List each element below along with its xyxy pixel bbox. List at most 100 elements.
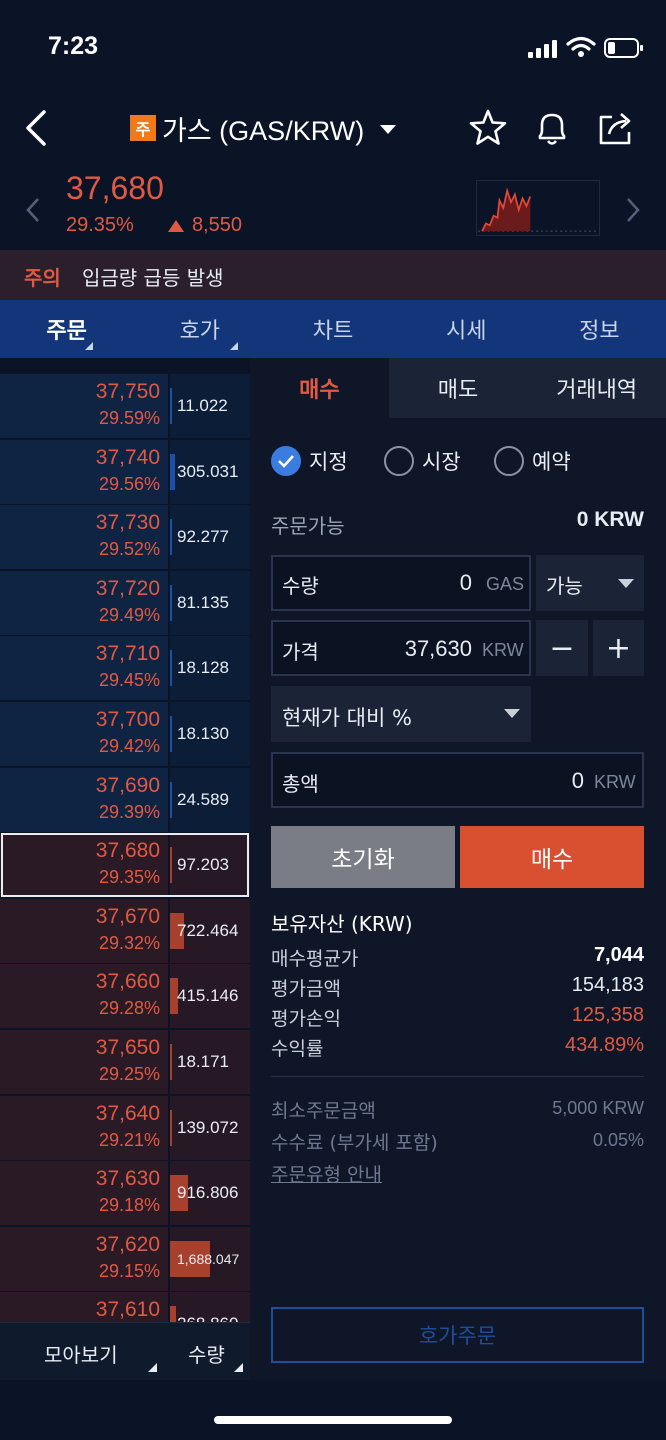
coin-selector[interactable]: 주 가스 (GAS/KRW) [130,108,397,148]
back-icon[interactable] [22,108,50,148]
home-indicator[interactable] [214,1416,452,1424]
orderbook-volume-cell[interactable]: 18.128 [170,636,250,701]
orderbook-row[interactable]: 37,680 29.35% 97.203 [0,833,250,898]
volume-bar [170,584,172,621]
total-field[interactable] [271,752,644,808]
volume-bar [170,1306,176,1322]
volume-bar [170,388,172,424]
share-icon[interactable] [596,108,636,148]
orderbook-price-cell[interactable]: 37,700 29.42% [0,702,168,766]
orderbook-row[interactable]: 37,640 29.21% 139.072 [0,1095,250,1160]
orderbook-volume-cell[interactable]: 18.130 [170,702,250,766]
change-amount: 8,550 [168,214,242,237]
orderbook-volume-cell[interactable]: 24.589 [170,767,250,832]
order-type-limit[interactable]: 지정 [271,446,348,476]
qty-unit: GAS [486,574,525,594]
orderbook-percent: 29.45% [98,670,160,691]
return-value: 434.89% [565,1034,644,1056]
orderbook-price-cell[interactable]: 37,690 29.39% [0,767,168,832]
orderbook-volume-cell[interactable]: 92.277 [170,505,250,570]
prev-coin-icon[interactable] [24,196,42,224]
tab-order[interactable]: 주문 [0,300,133,358]
orderbook-price-cell[interactable]: 37,710 29.45% [0,636,168,701]
tab-orderbook[interactable]: 호가 [133,300,266,358]
orderbook-volume-cell[interactable]: 916.806 [170,1161,250,1226]
qty-label: 수량 [282,574,319,598]
orderbook-volume: 139.072 [177,1117,239,1137]
orderbook-list[interactable]: 37,750 29.59% 11.022 37,740 29.56% 305.031 37,… [0,358,250,1322]
tab-buy[interactable]: 매수 [250,358,389,418]
orderbook-volume-cell[interactable]: 722.464 [170,898,250,963]
orderbook-volume-cell[interactable]: 305.031 [170,439,250,504]
orderbook-row[interactable]: 37,730 29.52% 92.277 [0,505,250,570]
order-type-market-label: 시장 [422,450,461,474]
orderbook-price-cell[interactable]: 37,670 29.32% [0,898,168,963]
bell-icon[interactable] [532,108,572,148]
eval-amount-label: 평가금액 [271,978,341,1000]
orderbook-volume-cell[interactable]: 1,688.047 [170,1226,250,1291]
orderbook-price-cell[interactable]: 37,740 29.56% [0,439,168,504]
orderbook-volume-cell[interactable]: 81.135 [170,570,250,635]
orderbook-volume-cell[interactable]: 139.072 [170,1095,250,1160]
orderbook-percent: 29.42% [98,736,160,756]
order-type-reserve[interactable]: 예약 [494,446,571,476]
orderbook-price: 37,720 [95,576,160,600]
holdings-title: 보유자산 (KRW) [271,912,413,936]
orderbook-row[interactable]: 37,700 29.42% 18.130 [0,702,250,766]
orderbook-row[interactable]: 37,620 29.15% 1,688.047 [0,1226,250,1291]
corner-indicator-icon [85,342,94,350]
orderbook-row[interactable]: 37,670 29.32% 722.464 [0,898,250,963]
battery-icon [604,38,643,58]
orderbook-volume-cell[interactable]: 11.022 [170,374,250,438]
orderbook-row[interactable]: 37,750 29.59% 11.022 [0,374,250,438]
fee-label: 수수료 (부가세 포함) [271,1132,438,1154]
orderbook-price-cell[interactable]: 37,660 29.28% [0,964,168,1029]
orderbook-volume: 81.135 [177,592,229,612]
orderbook-row[interactable]: 37,650 29.25% 18.171 [0,1030,250,1094]
orderbook-price: 37,630 [95,1167,160,1191]
buy-button[interactable]: 매수 [460,826,644,888]
qty-toggle-button[interactable]: 수량 [188,1339,225,1368]
orderbook-price-cell[interactable]: 37,730 29.52% [0,505,168,570]
star-icon[interactable] [468,108,508,148]
tab-market[interactable]: 시세 [400,300,533,358]
price-minus-button[interactable]: − [536,620,588,676]
price-label: 가격 [282,640,319,664]
price-plus-button[interactable]: + [593,620,644,676]
orderbook-row[interactable]: 37,720 29.49% 81.135 [0,570,250,635]
orderbook-row[interactable]: 37,660 29.28% 415.146 [0,964,250,1029]
tab-history[interactable]: 거래내역 [527,358,666,418]
orderbook-volume-cell[interactable]: 18.171 [170,1030,250,1094]
mini-chart[interactable] [476,180,600,236]
order-type-guide-link[interactable]: 주문유형 안내 [271,1160,382,1187]
orderbook-price-cell[interactable]: 37,610 [0,1292,168,1322]
reset-button[interactable]: 초기화 [271,826,455,888]
checkmark-icon [271,446,301,476]
next-coin-icon[interactable] [624,196,642,224]
orderbook-row[interactable]: 37,740 29.56% 305.031 [0,439,250,504]
tab-sell[interactable]: 매도 [388,358,528,418]
orderbook-row[interactable]: 37,630 29.18% 916.806 [0,1161,250,1226]
orderbook-row[interactable]: 37,690 29.39% 24.589 [0,767,250,832]
orderbook-percent: 29.39% [98,801,160,822]
orderbook-volume: 415.146 [177,986,239,1006]
orderbook-volume-cell[interactable]: 268.860 [170,1292,250,1322]
orderbook-price-cell[interactable]: 37,750 29.59% [0,374,168,438]
orderbook-percent: 29.32% [98,932,160,953]
group-view-button[interactable]: 모아보기 [44,1339,118,1368]
tab-info[interactable]: 정보 [533,300,666,358]
orderbook-volume-cell[interactable]: 415.146 [170,964,250,1029]
orderbook-order-button[interactable]: 호가주문 [271,1307,644,1363]
order-type-market[interactable]: 시장 [384,446,461,476]
orderbook-price-cell[interactable]: 37,650 29.25% [0,1030,168,1094]
orderbook-price-cell[interactable]: 37,630 29.18% [0,1161,168,1226]
orderbook-row[interactable]: 37,710 29.45% 18.128 [0,636,250,701]
tab-chart[interactable]: 차트 [266,300,399,358]
orderbook-price-cell[interactable]: 37,620 29.15% [0,1226,168,1291]
orderbook-price-cell[interactable]: 37,720 29.49% [0,570,168,635]
orderbook-price: 37,670 [95,904,160,928]
orderbook-volume: 916.806 [177,1183,239,1203]
orderbook-price-cell[interactable]: 37,640 29.21% [0,1095,168,1160]
chevron-down-icon [504,709,520,718]
orderbook-row[interactable]: 37,610 268.860 [0,1292,250,1322]
